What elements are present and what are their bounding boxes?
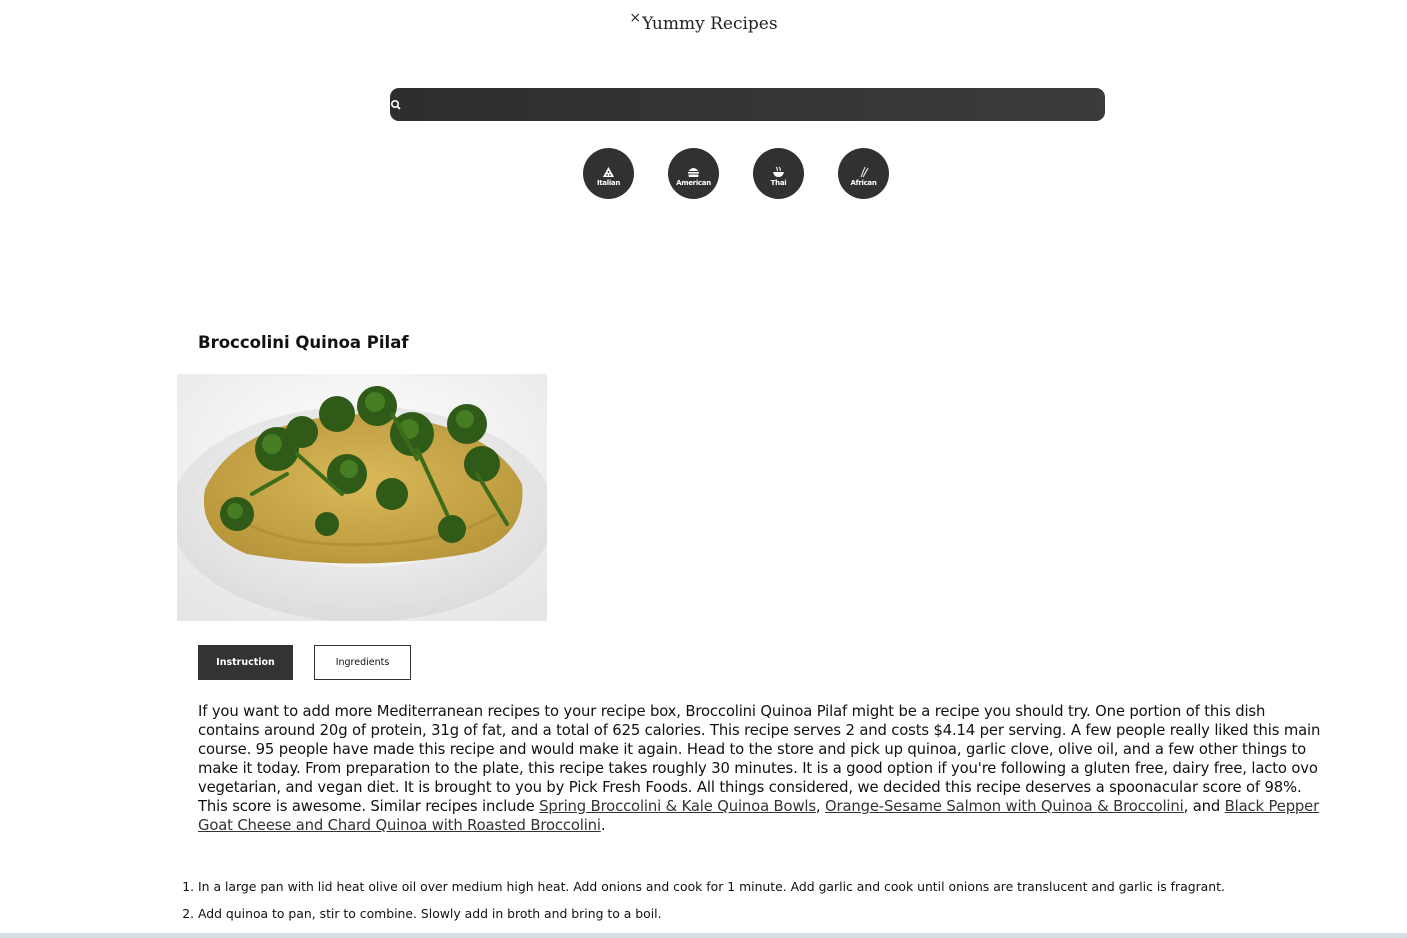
close-icon[interactable]: × [629,10,641,26]
site-title[interactable]: Yummy Recipes [642,14,777,34]
burger-icon [688,168,699,177]
category-american[interactable]: American [668,148,719,199]
category-african[interactable]: African [838,148,889,199]
summary-end: . [600,817,606,834]
category-label: American [676,179,711,187]
category-nav: Italian American Thai African [583,148,889,199]
instruction-step: In a large pan with lid heat olive oil o… [198,878,1348,896]
pizza-icon [603,167,614,177]
bowl-icon [773,166,784,177]
recipe-photo [177,374,547,621]
instruction-step: Add quinoa to pan, stir to combine. Slow… [198,905,1348,923]
recipe-title: Broccolini Quinoa Pilaf [198,333,409,352]
recipe-tabs: Instruction Ingredients [198,645,411,680]
category-label: Italian [596,179,621,187]
summary-separator: , [815,798,826,815]
tab-ingredients[interactable]: Ingredients [314,645,411,680]
site-logo[interactable]: ×Yummy Recipes [0,10,1407,34]
similar-recipe-link[interactable]: Orange-Sesame Salmon with Quinoa & Brocc… [825,798,1184,815]
category-italian[interactable]: Italian [583,148,634,199]
search-input[interactable] [412,88,1096,123]
category-label: Thai [770,179,787,187]
search-bar[interactable] [390,88,1105,123]
tab-instruction[interactable]: Instruction [198,645,293,680]
bottom-scroll-bar[interactable] [0,933,1407,938]
summary-separator: , and [1183,798,1225,815]
search-icon [390,99,401,110]
instruction-steps: In a large pan with lid heat olive oil o… [198,878,1348,932]
recipe-summary: If you want to add more Mediterranean re… [198,702,1326,835]
category-thai[interactable]: Thai [753,148,804,199]
category-label: African [850,179,877,187]
utensils-icon [860,166,869,178]
similar-recipe-link[interactable]: Spring Broccolini & Kale Quinoa Bowls [539,798,816,815]
